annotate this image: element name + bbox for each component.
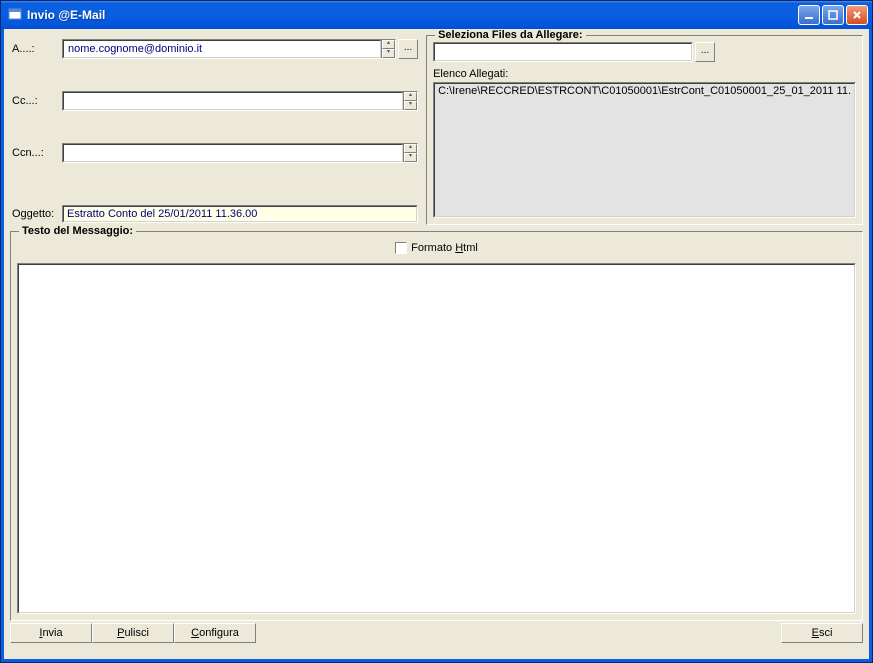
cc-label: Cc...: — [10, 95, 62, 107]
attach-item[interactable]: C:\Irene\RECCRED\ESTRCONT\C01050001\Estr… — [438, 85, 851, 97]
clear-button[interactable]: Pulisci — [92, 623, 174, 643]
attachments-group: Seleziona Files da Allegare: ... Elenco … — [426, 35, 863, 225]
message-group: Testo del Messaggio: Formato Html — [10, 231, 863, 621]
send-button[interactable]: Invia — [10, 623, 92, 643]
attach-browse-button[interactable]: ... — [695, 42, 715, 62]
bcc-spin-up[interactable]: ▴ — [404, 144, 417, 153]
window-title: Invio @E-Mail — [27, 8, 798, 22]
minimize-button[interactable] — [798, 5, 820, 25]
to-value[interactable]: nome.cognome@dominio.it — [63, 40, 381, 58]
message-title: Testo del Messaggio: — [19, 225, 136, 237]
address-panel: A....: nome.cognome@dominio.it ▴▾ ... Cc… — [10, 35, 420, 225]
to-spin-up[interactable]: ▴ — [382, 40, 395, 49]
cc-value[interactable] — [63, 92, 403, 110]
to-label: A....: — [10, 43, 62, 55]
subject-value[interactable]: Estratto Conto del 25/01/2011 11.36.00 — [63, 206, 417, 222]
cc-field[interactable]: ▴▾ — [62, 91, 418, 111]
attach-list[interactable]: C:\Irene\RECCRED\ESTRCONT\C01050001\Estr… — [433, 82, 856, 218]
bcc-field[interactable]: ▴▾ — [62, 143, 418, 163]
configure-button[interactable]: Configura — [174, 623, 256, 643]
message-body[interactable] — [18, 264, 855, 613]
window-controls — [798, 5, 868, 25]
cc-spin-up[interactable]: ▴ — [404, 92, 417, 101]
to-browse-button[interactable]: ... — [398, 39, 418, 59]
bcc-value[interactable] — [63, 144, 403, 162]
attach-list-label: Elenco Allegati: — [433, 68, 856, 80]
app-icon — [7, 7, 23, 23]
exit-button[interactable]: Esci — [781, 623, 863, 643]
maximize-button[interactable] — [822, 5, 844, 25]
attach-file-input[interactable] — [433, 42, 693, 62]
button-bar: Invia Pulisci Configura Esci — [10, 623, 863, 643]
email-window: Invio @E-Mail A....: nome.cognome@domini… — [0, 0, 873, 663]
close-button[interactable] — [846, 5, 868, 25]
titlebar[interactable]: Invio @E-Mail — [1, 1, 872, 29]
checkbox-icon — [395, 242, 407, 254]
attachments-title: Seleziona Files da Allegare: — [435, 29, 585, 41]
to-field[interactable]: nome.cognome@dominio.it ▴▾ — [62, 39, 396, 59]
format-html-checkbox[interactable]: Formato Html — [395, 242, 478, 254]
client-area: A....: nome.cognome@dominio.it ▴▾ ... Cc… — [1, 29, 872, 662]
bcc-label: Ccn...: — [10, 147, 62, 159]
cc-spin-down[interactable]: ▾ — [404, 101, 417, 110]
subject-label: Oggetto: — [10, 208, 62, 220]
to-spin-down[interactable]: ▾ — [382, 49, 395, 58]
format-html-label: Formato Html — [411, 242, 478, 254]
bcc-spin-down[interactable]: ▾ — [404, 153, 417, 162]
subject-field[interactable]: Estratto Conto del 25/01/2011 11.36.00 — [62, 205, 418, 223]
message-editor[interactable] — [17, 263, 856, 614]
